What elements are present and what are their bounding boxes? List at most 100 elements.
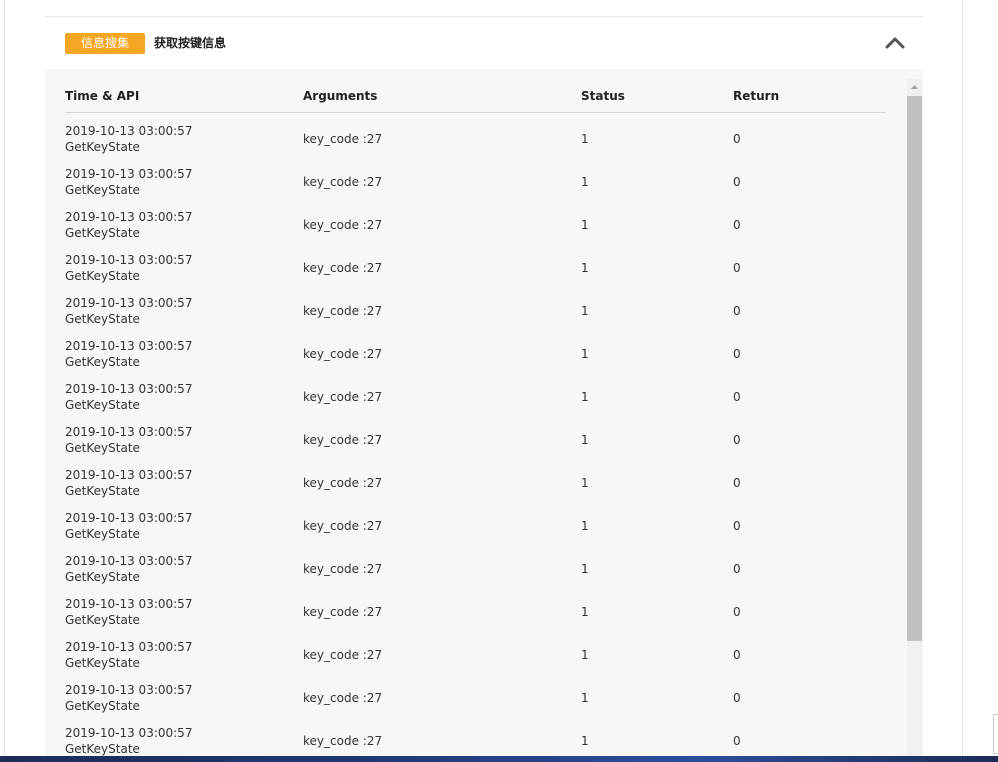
table-row: 2019-10-13 03:00:57 GetKeyState key_code :… bbox=[65, 715, 886, 758]
cell-time: 2019-10-13 03:00:57 bbox=[65, 167, 193, 181]
cell-status: 1 bbox=[581, 605, 589, 619]
cell-time: 2019-10-13 03:00:57 bbox=[65, 124, 193, 138]
cell-return: 0 bbox=[733, 691, 741, 705]
scroll-up-arrow-icon[interactable] bbox=[907, 79, 922, 96]
cell-time: 2019-10-13 03:00:57 bbox=[65, 339, 193, 353]
cell-return: 0 bbox=[733, 734, 741, 748]
cell-return: 0 bbox=[733, 261, 741, 275]
panel-header[interactable]: 信息搜集 获取按键信息 bbox=[45, 17, 923, 69]
table-row: 2019-10-13 03:00:57 GetKeyState key_code :… bbox=[65, 371, 886, 414]
cell-time-api: 2019-10-13 03:00:57 GetKeyState bbox=[65, 338, 192, 370]
column-header-arguments: Arguments bbox=[303, 89, 378, 103]
cell-status: 1 bbox=[581, 175, 589, 189]
cell-api: GetKeyState bbox=[65, 742, 140, 756]
cell-time: 2019-10-13 03:00:57 bbox=[65, 468, 193, 482]
column-header-status: Status bbox=[581, 89, 625, 103]
category-tag: 信息搜集 bbox=[65, 33, 145, 54]
scrollbar-thumb[interactable] bbox=[907, 96, 922, 641]
api-call-table[interactable]: Time & API Arguments Status Return 2019-… bbox=[45, 69, 923, 762]
cell-time: 2019-10-13 03:00:57 bbox=[65, 640, 193, 654]
cell-status: 1 bbox=[581, 691, 589, 705]
table-row: 2019-10-13 03:00:57 GetKeyState key_code :… bbox=[65, 156, 886, 199]
cell-time-api: 2019-10-13 03:00:57 GetKeyState bbox=[65, 209, 192, 241]
vertical-scrollbar[interactable] bbox=[907, 79, 922, 762]
cell-status: 1 bbox=[581, 390, 589, 404]
table-row: 2019-10-13 03:00:57 GetKeyState key_code :… bbox=[65, 328, 886, 371]
cell-time-api: 2019-10-13 03:00:57 GetKeyState bbox=[65, 252, 192, 284]
cell-arguments: key_code :27 bbox=[303, 734, 383, 748]
cell-api: GetKeyState bbox=[65, 183, 140, 197]
cell-time: 2019-10-13 03:00:57 bbox=[65, 382, 193, 396]
column-header-time-api: Time & API bbox=[65, 89, 140, 103]
table-row: 2019-10-13 03:00:57 GetKeyState key_code :… bbox=[65, 500, 886, 543]
cell-time: 2019-10-13 03:00:57 bbox=[65, 511, 193, 525]
cell-time-api: 2019-10-13 03:00:57 GetKeyState bbox=[65, 553, 192, 585]
cell-api: GetKeyState bbox=[65, 355, 140, 369]
cell-status: 1 bbox=[581, 734, 589, 748]
cell-return: 0 bbox=[733, 175, 741, 189]
cell-arguments: key_code :27 bbox=[303, 691, 383, 705]
chevron-up-icon[interactable] bbox=[883, 32, 907, 54]
cell-time-api: 2019-10-13 03:00:57 GetKeyState bbox=[65, 381, 192, 413]
cell-return: 0 bbox=[733, 390, 741, 404]
cell-time-api: 2019-10-13 03:00:57 GetKeyState bbox=[65, 467, 192, 499]
cell-status: 1 bbox=[581, 648, 589, 662]
page: 信息搜集 获取按键信息 Time & API Arguments Status … bbox=[0, 0, 998, 762]
cell-arguments: key_code :27 bbox=[303, 562, 383, 576]
cell-arguments: key_code :27 bbox=[303, 519, 383, 533]
cell-api: GetKeyState bbox=[65, 484, 140, 498]
cell-time-api: 2019-10-13 03:00:57 GetKeyState bbox=[65, 639, 192, 671]
table-row: 2019-10-13 03:00:57 GetKeyState key_code :… bbox=[65, 242, 886, 285]
cell-time-api: 2019-10-13 03:00:57 GetKeyState bbox=[65, 424, 192, 456]
cell-api: GetKeyState bbox=[65, 570, 140, 584]
frame-left-border bbox=[4, 0, 5, 762]
table-row: 2019-10-13 03:00:57 GetKeyState key_code :… bbox=[65, 414, 886, 457]
cell-status: 1 bbox=[581, 304, 589, 318]
cell-time-api: 2019-10-13 03:00:57 GetKeyState bbox=[65, 510, 192, 542]
table-row: 2019-10-13 03:00:57 GetKeyState key_code :… bbox=[65, 113, 886, 156]
cell-api: GetKeyState bbox=[65, 312, 140, 326]
cell-api: GetKeyState bbox=[65, 613, 140, 627]
window-edge-fragment bbox=[993, 714, 998, 754]
cell-status: 1 bbox=[581, 476, 589, 490]
cell-time: 2019-10-13 03:00:57 bbox=[65, 726, 193, 740]
cell-arguments: key_code :27 bbox=[303, 304, 383, 318]
cell-return: 0 bbox=[733, 562, 741, 576]
cell-return: 0 bbox=[733, 347, 741, 361]
table-row: 2019-10-13 03:00:57 GetKeyState key_code :… bbox=[65, 543, 886, 586]
column-header-return: Return bbox=[733, 89, 780, 103]
cell-time-api: 2019-10-13 03:00:57 GetKeyState bbox=[65, 123, 192, 155]
cell-time-api: 2019-10-13 03:00:57 GetKeyState bbox=[65, 295, 192, 327]
cell-time-api: 2019-10-13 03:00:57 GetKeyState bbox=[65, 166, 192, 198]
cell-api: GetKeyState bbox=[65, 656, 140, 670]
cell-status: 1 bbox=[581, 433, 589, 447]
cell-time: 2019-10-13 03:00:57 bbox=[65, 296, 193, 310]
cell-api: GetKeyState bbox=[65, 140, 140, 154]
cell-status: 1 bbox=[581, 562, 589, 576]
cell-arguments: key_code :27 bbox=[303, 648, 383, 662]
panel-title: 获取按键信息 bbox=[154, 36, 227, 50]
taskbar-strip bbox=[0, 756, 998, 762]
cell-time: 2019-10-13 03:00:57 bbox=[65, 554, 193, 568]
cell-arguments: key_code :27 bbox=[303, 132, 383, 146]
cell-api: GetKeyState bbox=[65, 441, 140, 455]
cell-return: 0 bbox=[733, 433, 741, 447]
cell-time: 2019-10-13 03:00:57 bbox=[65, 683, 193, 697]
cell-api: GetKeyState bbox=[65, 699, 140, 713]
cell-status: 1 bbox=[581, 347, 589, 361]
cell-return: 0 bbox=[733, 519, 741, 533]
cell-arguments: key_code :27 bbox=[303, 218, 383, 232]
cell-return: 0 bbox=[733, 605, 741, 619]
cell-arguments: key_code :27 bbox=[303, 605, 383, 619]
cell-api: GetKeyState bbox=[65, 398, 140, 412]
cell-status: 1 bbox=[581, 519, 589, 533]
cell-time: 2019-10-13 03:00:57 bbox=[65, 425, 193, 439]
cell-arguments: key_code :27 bbox=[303, 476, 383, 490]
cell-api: GetKeyState bbox=[65, 226, 140, 240]
cell-api: GetKeyState bbox=[65, 527, 140, 541]
cell-status: 1 bbox=[581, 261, 589, 275]
cell-return: 0 bbox=[733, 648, 741, 662]
cell-time: 2019-10-13 03:00:57 bbox=[65, 210, 193, 224]
table-body: 2019-10-13 03:00:57 GetKeyState key_code :… bbox=[65, 113, 886, 758]
cell-return: 0 bbox=[733, 304, 741, 318]
